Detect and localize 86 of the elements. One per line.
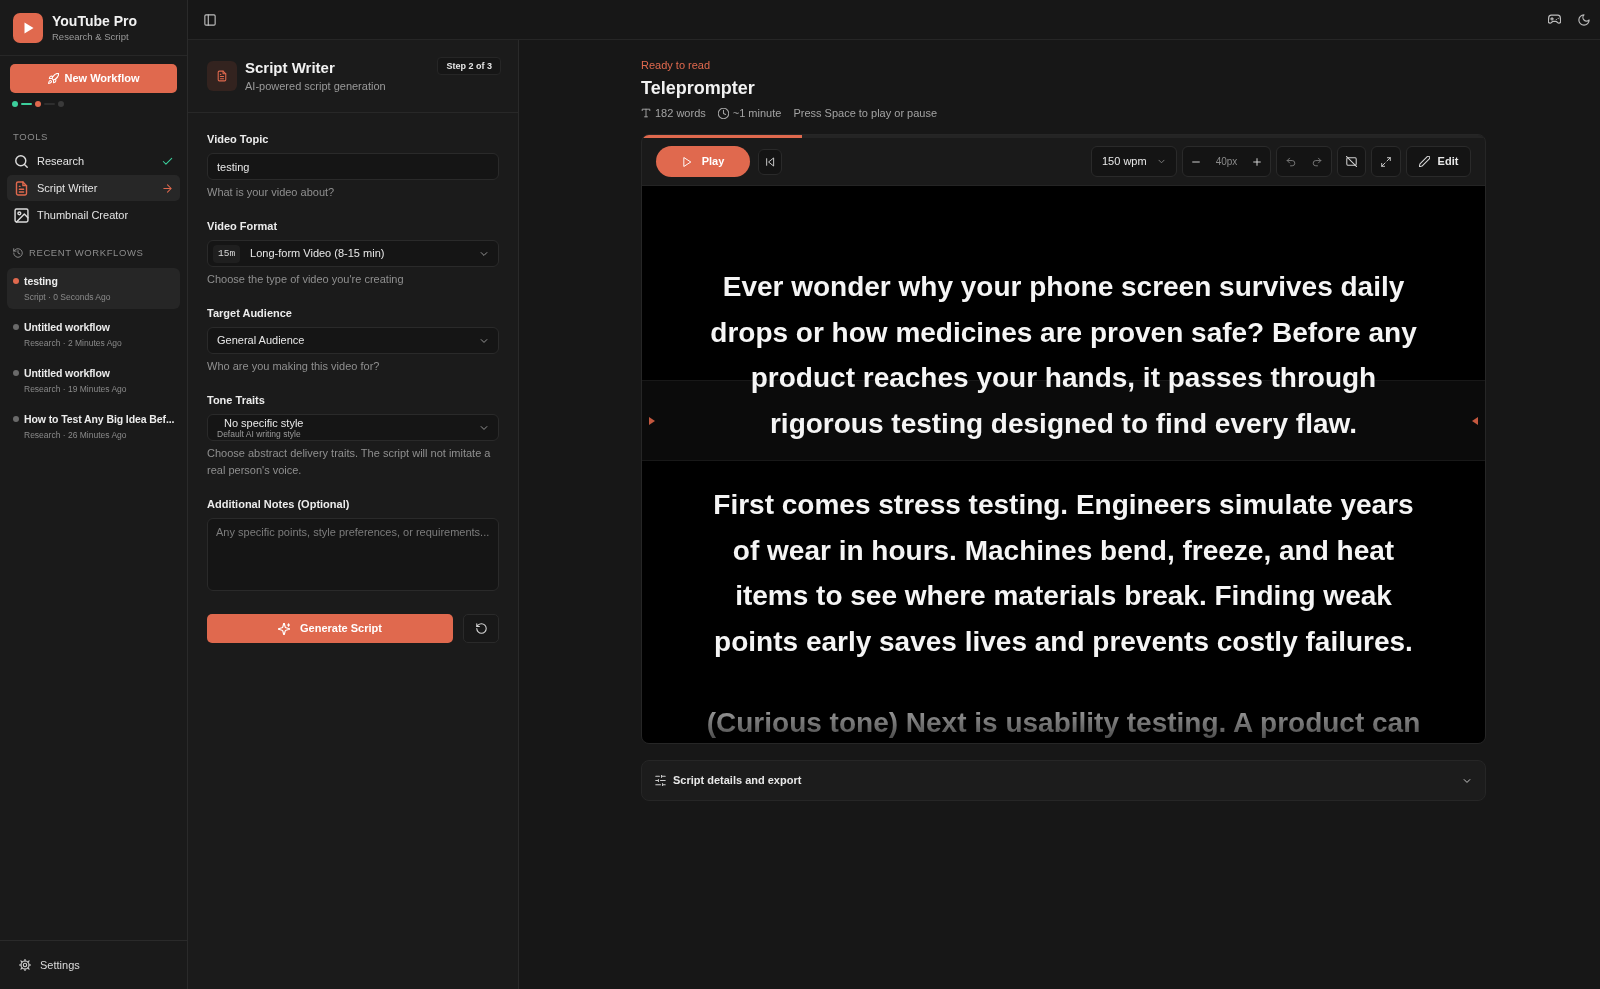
field-label: Video Topic [207, 132, 270, 146]
help-text: Choose abstract delivery traits. The script will not imitate a real person's voice. [207, 446, 492, 478]
font-size-value: 40px [1215, 155, 1238, 169]
field-label: Video Format [207, 219, 279, 233]
workflow-meta: Research · 2 Minutes Ago [24, 338, 122, 349]
play-logo-icon [13, 12, 43, 43]
slashed-square-icon [1346, 156, 1357, 167]
text-input[interactable]: testing [207, 153, 499, 180]
workflow-title: testing [24, 274, 59, 288]
step-badge: Step 2 of 3 [437, 57, 501, 75]
script-paragraph: First comes stress testing. Engineers simulate years of wear in hours. Machines bend, freeze, and heat items to see where materials break. Finding weak points early saves lives and prevents costly failures. [712, 488, 1415, 659]
tool-item[interactable]: Thumbnail Creator [7, 202, 180, 228]
marker-icon [649, 416, 655, 425]
notes-textarea[interactable]: Any specific points, style preferences, or requirements... [207, 518, 499, 591]
tool-item[interactable]: Script Writer [7, 175, 180, 201]
sparkles-icon [278, 622, 291, 635]
help-text: What is your video about? [207, 185, 336, 200]
expand-icon [1381, 156, 1391, 167]
document-icon [207, 61, 237, 91]
speed-select[interactable]: 150 wpm [1091, 146, 1177, 177]
image-icon [14, 207, 29, 223]
rocket-icon [47, 73, 59, 84]
workflow-item[interactable]: Untitled workflow Research · 19 Minutes Ago [7, 360, 180, 401]
search-icon [14, 153, 29, 169]
chevron-down-icon [1157, 157, 1166, 166]
select-field[interactable]: No specific style Default AI writing style [207, 414, 499, 441]
workflow-title: How to Test Any Big Idea Bef... [24, 412, 175, 426]
workflow-item[interactable]: Untitled workflow Research · 2 Minutes Ago [7, 314, 180, 355]
play-icon [681, 156, 692, 167]
keyboard-hint: Press Space to play or pause [793, 106, 938, 120]
workflow-meta: Research · 26 Minutes Ago [24, 430, 128, 441]
edit-button[interactable]: Edit [1406, 146, 1471, 177]
sliders-icon [655, 775, 666, 786]
teleprompter-title: Teleprompter [641, 77, 755, 99]
panel-subtitle: AI-powered script generation [245, 79, 386, 93]
select-field[interactable]: General Audience [207, 327, 499, 354]
sidebar-toggle-button[interactable] [204, 13, 216, 26]
script-paragraph: Ever wonder why your phone screen survives daily drops or how medicines are proven safe? Before any product reaches your hands, it passes through rigorous testing designed to find every flaw. [709, 270, 1418, 441]
clock-icon [717, 107, 729, 119]
details-toggle[interactable]: Script details and export [641, 760, 1486, 801]
undo-icon [1286, 156, 1296, 167]
settings-button[interactable]: Settings [19, 956, 80, 974]
restart-button[interactable] [758, 148, 782, 175]
workflow-title: Untitled workflow [24, 320, 111, 334]
document-icon [14, 180, 29, 196]
skip-back-icon [765, 156, 775, 167]
section-heading: RECENT WORKFLOWS [29, 247, 144, 259]
marker-icon [1472, 416, 1478, 425]
settings-icon [19, 959, 31, 971]
gamepad-button[interactable] [1548, 13, 1561, 26]
panel-title: Script Writer [245, 59, 336, 77]
duration-tag: 15m [213, 244, 241, 263]
workflow-meta: Script · 0 Seconds Ago [24, 292, 111, 303]
field-label: Additional Notes (Optional) [207, 497, 351, 511]
undo-button[interactable] [1286, 156, 1296, 167]
field-label: Target Audience [207, 306, 293, 320]
redo-button[interactable] [1312, 156, 1322, 167]
app-title: YouTube Pro [52, 12, 138, 30]
workflow-title: Untitled workflow [24, 366, 111, 380]
text-icon [641, 108, 651, 118]
moon-icon [1578, 13, 1590, 26]
tool-item[interactable]: Research [7, 148, 180, 174]
gamepad-icon [1548, 13, 1561, 26]
plus-icon [1252, 156, 1262, 167]
fullscreen-button[interactable] [1371, 146, 1401, 177]
duration-estimate: ~1 minute [732, 106, 782, 120]
panel-icon [204, 13, 216, 26]
redo-icon [1312, 156, 1322, 167]
status-label: Ready to read [641, 58, 711, 72]
app-subtitle: Research & Script [52, 29, 130, 43]
history-icon [13, 248, 23, 258]
toggle-button[interactable] [1337, 146, 1366, 177]
reset-icon [475, 623, 487, 634]
help-text: Who are you making this video for? [207, 359, 381, 374]
workflow-item[interactable]: How to Test Any Big Idea Bef... Research · 26 Minutes Ago [7, 406, 180, 447]
workflow-meta: Research · 19 Minutes Ago [24, 384, 127, 395]
pencil-icon [1418, 156, 1430, 167]
section-heading: TOOLS [13, 131, 49, 143]
increase-button[interactable] [1252, 156, 1262, 167]
reset-button[interactable] [463, 614, 499, 643]
field-label: Tone Traits [207, 393, 266, 407]
word-count: 182 words [655, 106, 706, 120]
select-field[interactable]: 15m Long-form Video (8-15 min) [207, 240, 499, 267]
workflow-item[interactable]: testing Script · 0 Seconds Ago [7, 268, 180, 309]
help-text: Choose the type of video you're creating [207, 272, 405, 287]
theme-toggle-button[interactable] [1578, 13, 1590, 26]
